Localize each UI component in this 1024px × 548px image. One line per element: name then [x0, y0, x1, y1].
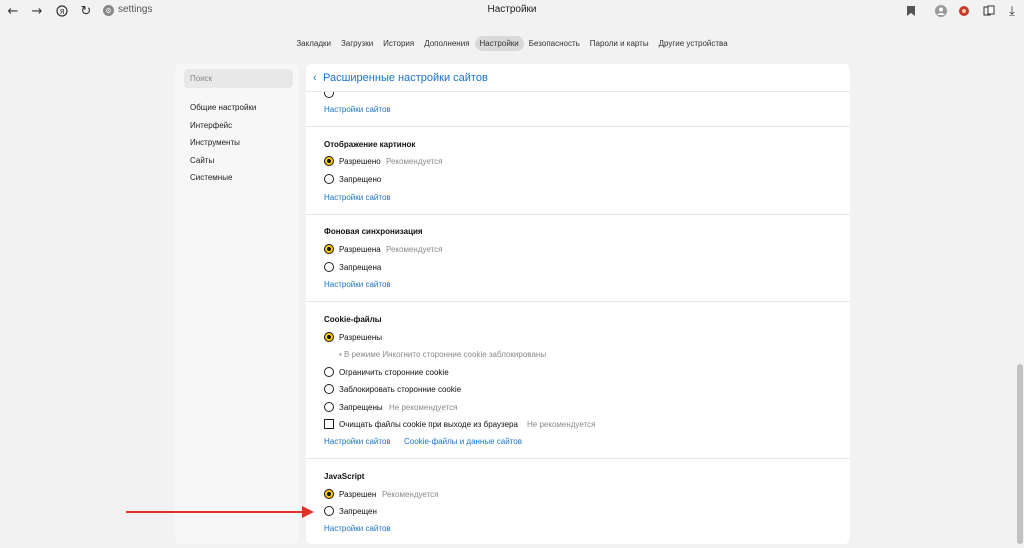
- tab-bookmarks[interactable]: Закладки: [291, 36, 336, 51]
- scrollbar-thumb[interactable]: [1017, 364, 1023, 544]
- settings-main-panel: ‹ Расширенные настройки сайтов Настройки…: [306, 64, 850, 544]
- back-chevron-icon[interactable]: ‹: [313, 72, 317, 84]
- label-images-allowed: Разрешено: [339, 157, 381, 166]
- label-javascript-allowed: Разрешен: [339, 490, 377, 499]
- radio-cookies-block[interactable]: [324, 384, 334, 394]
- label-bg-sync-allowed: Разрешена: [339, 245, 381, 254]
- incognito-note: • В режиме Инкогнито сторонние cookie за…: [339, 350, 547, 359]
- checkbox-clear-cookies-on-exit[interactable]: [324, 419, 334, 429]
- section-title-images: Отображение картинок: [324, 140, 416, 149]
- page-scrollbar[interactable]: [1016, 22, 1024, 548]
- sidebar-item-system[interactable]: Системные: [190, 173, 232, 182]
- link-images-site-settings[interactable]: Настройки сайтов: [324, 193, 391, 202]
- sidebar-item-interface[interactable]: Интерфейс: [190, 121, 232, 130]
- link-bg-sync-site-settings[interactable]: Настройки сайтов: [324, 280, 391, 289]
- hint-recommended: Рекомендуется: [386, 245, 443, 254]
- extension-icon[interactable]: [956, 3, 972, 19]
- tab-passwords[interactable]: Пароли и карты: [585, 36, 654, 51]
- label-cookies-allowed: Разрешены: [339, 333, 383, 342]
- search-input[interactable]: Поиск: [184, 69, 293, 88]
- label-cookies-block: Заблокировать сторонние cookie: [339, 385, 462, 394]
- settings-tabs: Закладки Загрузки История Дополнения Нас…: [0, 36, 1024, 51]
- divider: [306, 126, 850, 127]
- radio-bg-sync-allowed[interactable]: [324, 244, 334, 254]
- label-cookies-limit: Ограничить сторонние cookie: [339, 368, 449, 377]
- label-clear-cookies-on-exit: Очищать файлы cookie при выходе из брауз…: [339, 420, 518, 429]
- sidebar-item-sites[interactable]: Сайты: [190, 156, 214, 165]
- link-javascript-site-settings[interactable]: Настройки сайтов: [324, 524, 391, 533]
- divider: [306, 458, 850, 459]
- bookmark-icon[interactable]: [903, 3, 919, 19]
- profile-avatar-icon[interactable]: [933, 3, 949, 19]
- settings-sidebar: Поиск Общие настройки Интерфейс Инструме…: [175, 64, 299, 544]
- hint-recommended: Рекомендуется: [386, 157, 443, 166]
- radio-cookies-limit[interactable]: [324, 367, 334, 377]
- annotation-arrow: [126, 511, 304, 513]
- panel-header: ‹ Расширенные настройки сайтов: [306, 64, 850, 92]
- hint-not-recommended: Не рекомендуется: [389, 403, 458, 412]
- radio-bg-sync-denied[interactable]: [324, 262, 334, 272]
- tab-settings[interactable]: Настройки: [474, 36, 524, 51]
- radio-images-denied[interactable]: [324, 174, 334, 184]
- link-cookies-and-site-data[interactable]: Cookie-файлы и данные сайтов: [404, 437, 522, 446]
- annotation-arrow-head: [302, 506, 314, 518]
- tab-extensions[interactable]: Дополнения: [419, 36, 474, 51]
- divider: [306, 301, 850, 302]
- label-images-denied: Запрещено: [339, 175, 382, 184]
- radio-javascript-denied[interactable]: [324, 506, 334, 516]
- browser-toolbar: ← → Я ↻ ⚙ settings Настройки ⤓: [0, 0, 1024, 22]
- section-title-cookies: Cookie-файлы: [324, 315, 382, 324]
- hint-recommended: Рекомендуется: [382, 490, 439, 499]
- sidebar-item-general[interactable]: Общие настройки: [190, 103, 256, 112]
- tab-history[interactable]: История: [378, 36, 419, 51]
- window-title: Настройки: [487, 4, 537, 15]
- hint-not-recommended: Не рекомендуется: [527, 420, 596, 429]
- tab-downloads[interactable]: Загрузки: [336, 36, 378, 51]
- divider: [306, 214, 850, 215]
- label-javascript-denied: Запрещен: [339, 507, 377, 516]
- collections-icon[interactable]: [981, 3, 997, 19]
- radio-cookies-allowed[interactable]: [324, 332, 334, 342]
- tab-security[interactable]: Безопасность: [524, 36, 585, 51]
- link-prev-site-settings[interactable]: Настройки сайтов: [324, 105, 391, 114]
- tab-other-devices[interactable]: Другие устройства: [654, 36, 733, 51]
- link-cookies-site-settings[interactable]: Настройки сайтов: [324, 437, 391, 446]
- section-title-javascript: JavaScript: [324, 472, 365, 481]
- label-cookies-denied: Запрещены: [339, 403, 383, 412]
- radio-javascript-allowed[interactable]: [324, 489, 334, 499]
- download-icon[interactable]: ⤓: [1004, 3, 1020, 19]
- sidebar-item-tools[interactable]: Инструменты: [190, 138, 240, 147]
- label-bg-sync-denied: Запрещена: [339, 263, 382, 272]
- radio-images-allowed[interactable]: [324, 156, 334, 166]
- page-title[interactable]: Расширенные настройки сайтов: [323, 72, 488, 84]
- radio-cookies-denied[interactable]: [324, 402, 334, 412]
- section-title-bg-sync: Фоновая синхронизация: [324, 227, 423, 236]
